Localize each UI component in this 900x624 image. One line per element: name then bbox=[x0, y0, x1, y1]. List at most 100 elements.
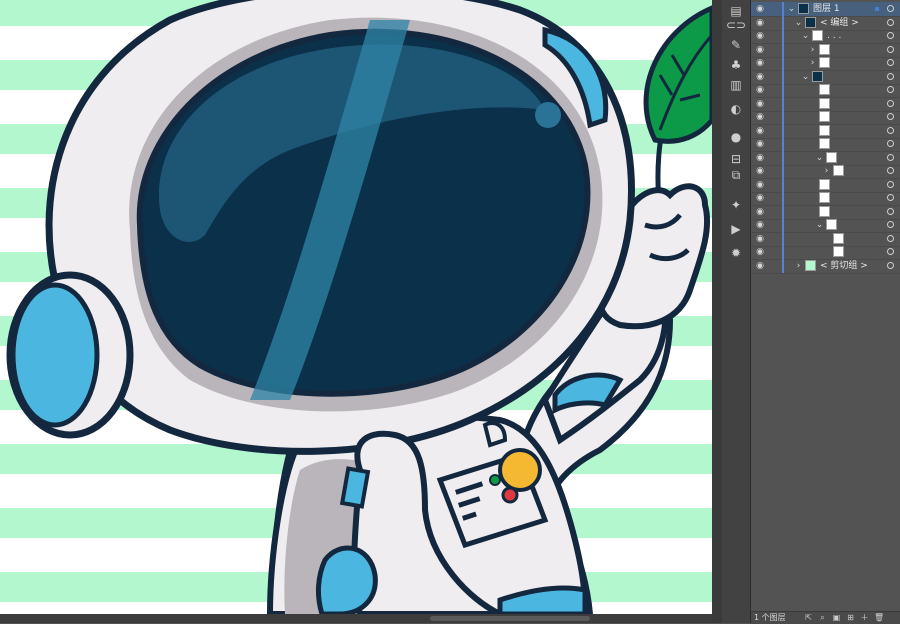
target-circle-icon[interactable] bbox=[887, 261, 894, 269]
target-circle-icon[interactable] bbox=[887, 5, 894, 12]
layer-color-bar bbox=[782, 15, 784, 30]
visibility-eye-icon[interactable]: ◉ bbox=[755, 234, 765, 244]
transparency-icon[interactable]: ◐ bbox=[726, 100, 746, 118]
layers-panel: ◉ ⌄ 图层 1 ◉ ⌄ < 编组 > ◉ ⌄. . . ◉ › ◉ › ◉ ⌄ ◉ ◉ ◉ ◉ ◉ ◉ ⌄ ◉ › ◉ ◉ ◉ ◉… bbox=[751, 0, 900, 623]
layer-thumbnail bbox=[819, 111, 830, 122]
panel-icon-strip: ▤ ⊂⊃ ✎ ♣ ▥ ◐ ● ⊟ ⧉ ✦ ▶ ✹ bbox=[722, 0, 751, 623]
appearance-icon[interactable]: ● bbox=[726, 128, 746, 146]
layer-row[interactable]: ◉ › < 剪切组 > bbox=[751, 258, 900, 274]
visibility-eye-icon[interactable]: ◉ bbox=[755, 166, 765, 176]
layer-color-bar bbox=[782, 164, 784, 178]
target-circle-icon[interactable] bbox=[887, 234, 894, 242]
export-icon[interactable]: ⇱ bbox=[804, 613, 813, 622]
layer-color-bar bbox=[782, 218, 784, 232]
visibility-eye-icon[interactable]: ◉ bbox=[755, 112, 765, 122]
chevron-right-icon[interactable]: › bbox=[794, 260, 803, 272]
visibility-eye-icon[interactable]: ◉ bbox=[755, 99, 765, 109]
target-circle-icon[interactable] bbox=[887, 72, 894, 80]
visibility-eye-icon[interactable]: ◉ bbox=[755, 153, 765, 163]
layer-name: 图层 1 bbox=[813, 4, 840, 14]
leaf bbox=[643, 5, 712, 144]
chevron-down-icon[interactable]: ⌄ bbox=[801, 71, 810, 83]
symbol-icon[interactable]: ♣ bbox=[726, 56, 746, 74]
helmet-left-ear-inner bbox=[10, 282, 100, 428]
visibility-eye-icon[interactable]: ◉ bbox=[755, 207, 765, 217]
gradient-icon[interactable]: ▥ bbox=[726, 76, 746, 94]
target-circle-icon[interactable] bbox=[887, 45, 894, 53]
visibility-eye-icon[interactable]: ◉ bbox=[755, 72, 765, 82]
target-circle-icon[interactable] bbox=[887, 248, 894, 255]
visibility-eye-icon[interactable]: ◉ bbox=[755, 261, 765, 271]
chevron-down-icon[interactable]: ⌄ bbox=[794, 17, 803, 29]
visibility-eye-icon[interactable]: ◉ bbox=[755, 31, 765, 41]
visor-highlight-dot bbox=[535, 102, 561, 128]
chevron-down-icon[interactable]: ⌄ bbox=[787, 3, 796, 15]
target-circle-icon[interactable] bbox=[887, 207, 894, 215]
delete-layer-icon[interactable]: 🗑 bbox=[874, 613, 884, 622]
layer-thumbnail bbox=[833, 232, 844, 244]
chevron-right-icon[interactable]: › bbox=[822, 165, 831, 177]
layer-thumbnail bbox=[812, 30, 823, 41]
layer-count-label: 1 个图层 bbox=[754, 613, 786, 622]
target-circle-icon[interactable] bbox=[887, 126, 894, 134]
target-circle-icon[interactable] bbox=[887, 180, 894, 188]
chevron-down-icon[interactable]: ⌄ bbox=[815, 152, 824, 164]
clip-mask-icon[interactable]: ▣ bbox=[832, 613, 841, 622]
visibility-eye-icon[interactable]: ◉ bbox=[755, 220, 765, 230]
gear-icon[interactable]: ✹ bbox=[726, 244, 746, 262]
layer-color-bar bbox=[782, 42, 784, 57]
layer-color-bar bbox=[782, 29, 784, 43]
layer-color-bar bbox=[782, 69, 784, 84]
pathfinder-icon[interactable]: ⧉ bbox=[726, 166, 746, 184]
target-circle-icon[interactable] bbox=[887, 194, 894, 201]
target-circle-icon[interactable] bbox=[887, 32, 894, 39]
target-circle-icon[interactable] bbox=[887, 59, 894, 66]
layer-thumbnail bbox=[819, 57, 830, 68]
visibility-eye-icon[interactable]: ◉ bbox=[755, 4, 765, 14]
layer-thumbnail bbox=[833, 246, 844, 257]
layer-color-bar bbox=[782, 123, 784, 138]
new-layer-icon[interactable]: ＋ bbox=[860, 613, 869, 622]
chevron-right-icon[interactable]: › bbox=[808, 57, 817, 69]
target-circle-icon[interactable] bbox=[887, 86, 894, 93]
layer-thumbnail bbox=[805, 259, 816, 271]
chevron-down-icon[interactable]: ⌄ bbox=[815, 219, 824, 231]
brush-icon[interactable]: ✎ bbox=[726, 36, 746, 54]
panel-divider[interactable] bbox=[712, 0, 722, 623]
visibility-eye-icon[interactable]: ◉ bbox=[755, 193, 765, 203]
target-circle-icon[interactable] bbox=[887, 18, 894, 26]
magic-wand-icon[interactable]: ✦ bbox=[726, 196, 746, 214]
layer-color-bar bbox=[782, 204, 784, 219]
artboard-canvas[interactable] bbox=[0, 0, 712, 614]
target-circle-icon[interactable] bbox=[887, 167, 894, 174]
layer-thumbnail bbox=[805, 16, 816, 28]
target-circle-icon[interactable] bbox=[887, 99, 894, 107]
visibility-eye-icon[interactable]: ◉ bbox=[755, 180, 765, 190]
layer-color-bar bbox=[782, 191, 784, 205]
visibility-eye-icon[interactable]: ◉ bbox=[755, 58, 765, 68]
layer-thumbnail bbox=[819, 138, 830, 149]
astronaut-artwork bbox=[0, 0, 712, 614]
target-circle-icon[interactable] bbox=[887, 140, 894, 147]
layers-panel-footer: 1 个图层 ⇱ ⌕ ▣ ⊞ ＋ 🗑 bbox=[751, 611, 900, 624]
locate-object-icon[interactable]: ⌕ bbox=[818, 613, 827, 622]
visibility-eye-icon[interactable]: ◉ bbox=[755, 85, 765, 95]
scrollbar-thumb[interactable] bbox=[430, 616, 590, 621]
visibility-eye-icon[interactable]: ◉ bbox=[755, 18, 765, 28]
canvas-horizontal-scrollbar[interactable] bbox=[0, 614, 712, 623]
play-icon[interactable]: ▶ bbox=[726, 220, 746, 238]
visibility-eye-icon[interactable]: ◉ bbox=[755, 139, 765, 149]
target-circle-icon[interactable] bbox=[887, 113, 894, 120]
layer-color-bar bbox=[782, 177, 784, 192]
links-icon[interactable]: ⊂⊃ bbox=[726, 16, 746, 34]
visibility-eye-icon[interactable]: ◉ bbox=[755, 45, 765, 55]
visibility-eye-icon[interactable]: ◉ bbox=[755, 126, 765, 136]
chevron-down-icon[interactable]: ⌄ bbox=[801, 30, 810, 42]
target-circle-icon[interactable] bbox=[887, 221, 894, 228]
target-circle-icon[interactable] bbox=[887, 153, 894, 161]
layer-thumbnail bbox=[819, 124, 830, 136]
glove-lower-cuff bbox=[315, 545, 378, 614]
new-sublayer-icon[interactable]: ⊞ bbox=[846, 613, 855, 622]
chevron-right-icon[interactable]: › bbox=[808, 44, 817, 56]
visibility-eye-icon[interactable]: ◉ bbox=[755, 247, 765, 257]
